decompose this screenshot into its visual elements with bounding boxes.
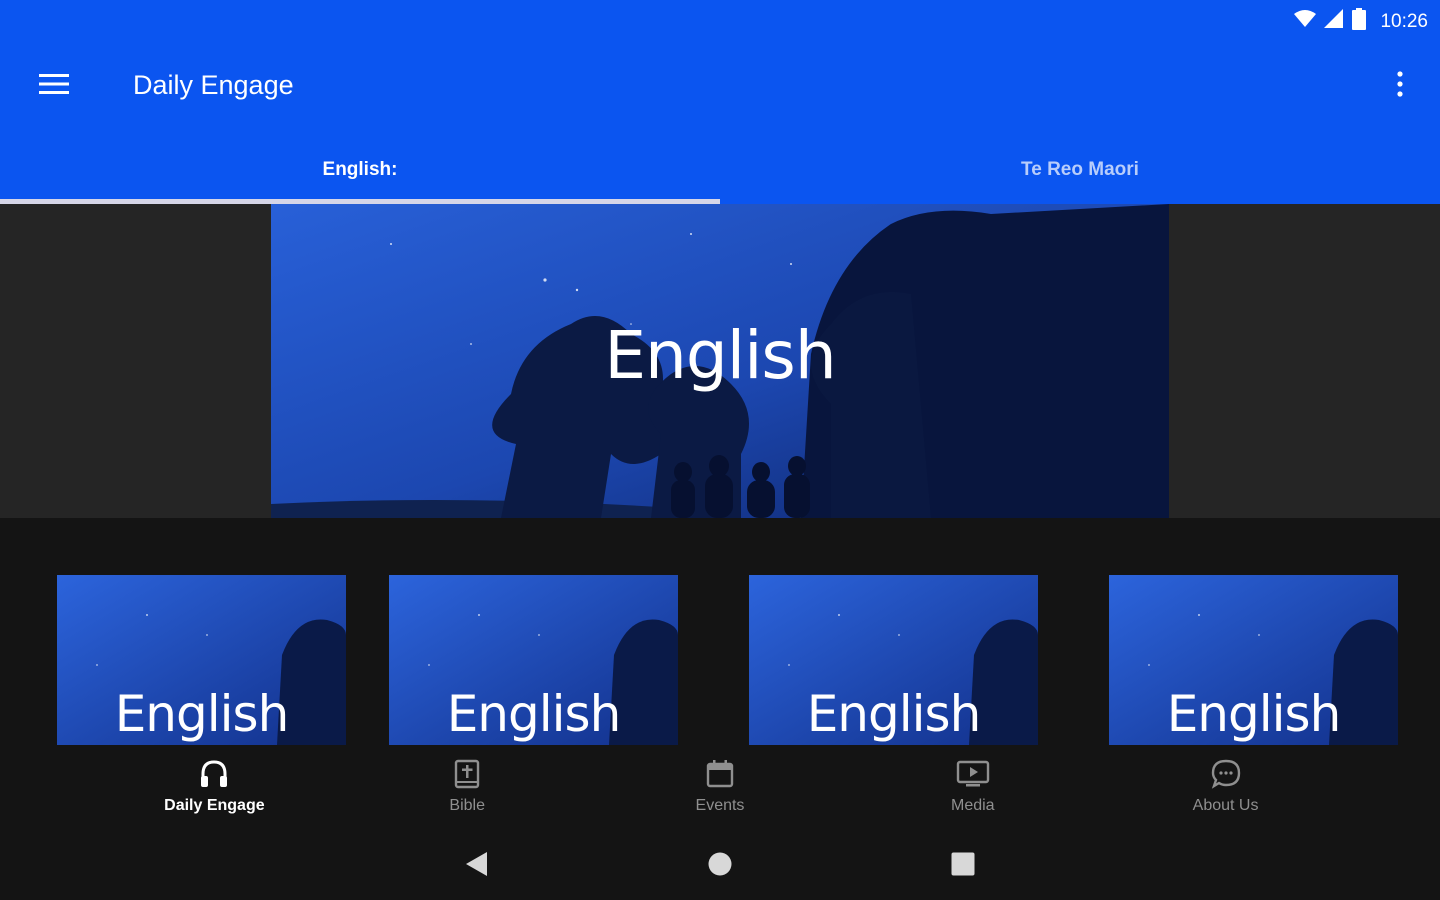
status-time: 10:26 <box>1380 10 1428 32</box>
chat-bubble-icon <box>1209 757 1243 791</box>
nav-item-media[interactable]: Media <box>883 745 1063 833</box>
app-screen: 10:26 Daily Engage English: Te Reo Maori <box>0 0 1440 900</box>
tv-play-icon <box>956 757 990 791</box>
recents-icon <box>950 851 976 882</box>
battery-icon <box>1352 8 1367 35</box>
hero-title: English <box>604 317 836 394</box>
tab-te-reo-maori[interactable]: Te Reo Maori <box>720 136 1440 204</box>
status-icons: 10:26 <box>1294 8 1428 35</box>
more-vertical-icon <box>1397 70 1403 102</box>
nav-item-bible[interactable]: Bible <box>377 745 557 833</box>
card-title: English <box>446 685 622 743</box>
calendar-icon <box>703 757 737 791</box>
wifi-icon <box>1294 9 1317 34</box>
system-navigation-bar <box>0 833 1440 900</box>
tab-label: English: <box>322 159 398 180</box>
language-tabs: English: Te Reo Maori <box>0 136 1440 204</box>
nav-item-daily-engage[interactable]: Daily Engage <box>124 745 304 833</box>
recents-button[interactable] <box>943 849 983 883</box>
app-bar: Daily Engage <box>0 40 1440 136</box>
headphones-icon <box>197 757 231 791</box>
nav-item-events[interactable]: Events <box>630 745 810 833</box>
cellular-signal-icon <box>1324 9 1344 34</box>
nav-label: Media <box>950 797 995 814</box>
overflow-menu-button[interactable] <box>1382 62 1418 110</box>
menu-button[interactable] <box>26 66 82 106</box>
back-icon <box>463 850 489 883</box>
hero-container: English <box>0 204 1440 518</box>
home-button[interactable] <box>700 849 740 883</box>
card-title: English <box>114 685 290 743</box>
content-card[interactable]: English <box>389 575 678 745</box>
hamburger-menu-icon <box>39 73 69 100</box>
nav-label: Events <box>695 797 745 814</box>
content-card[interactable]: English <box>1109 575 1398 745</box>
nav-label: About Us <box>1192 797 1259 814</box>
bottom-navigation: Daily Engage Bible Events Media About Us <box>0 745 1440 833</box>
app-title: Daily Engage <box>133 70 294 100</box>
nav-label: Daily Engage <box>164 797 265 814</box>
content-card[interactable]: English <box>57 575 346 745</box>
nav-label: Bible <box>449 797 485 814</box>
content-card[interactable]: English <box>749 575 1038 745</box>
tab-english[interactable]: English: <box>0 136 720 204</box>
card-title: English <box>1166 685 1342 743</box>
bible-icon <box>450 757 484 791</box>
back-button[interactable] <box>456 849 496 883</box>
card-title: English <box>806 685 982 743</box>
nav-item-about-us[interactable]: About Us <box>1136 745 1316 833</box>
home-icon <box>707 851 733 882</box>
tab-label: Te Reo Maori <box>1021 159 1139 180</box>
status-bar: 10:26 <box>0 0 1440 40</box>
hero-banner[interactable]: English <box>271 204 1169 518</box>
